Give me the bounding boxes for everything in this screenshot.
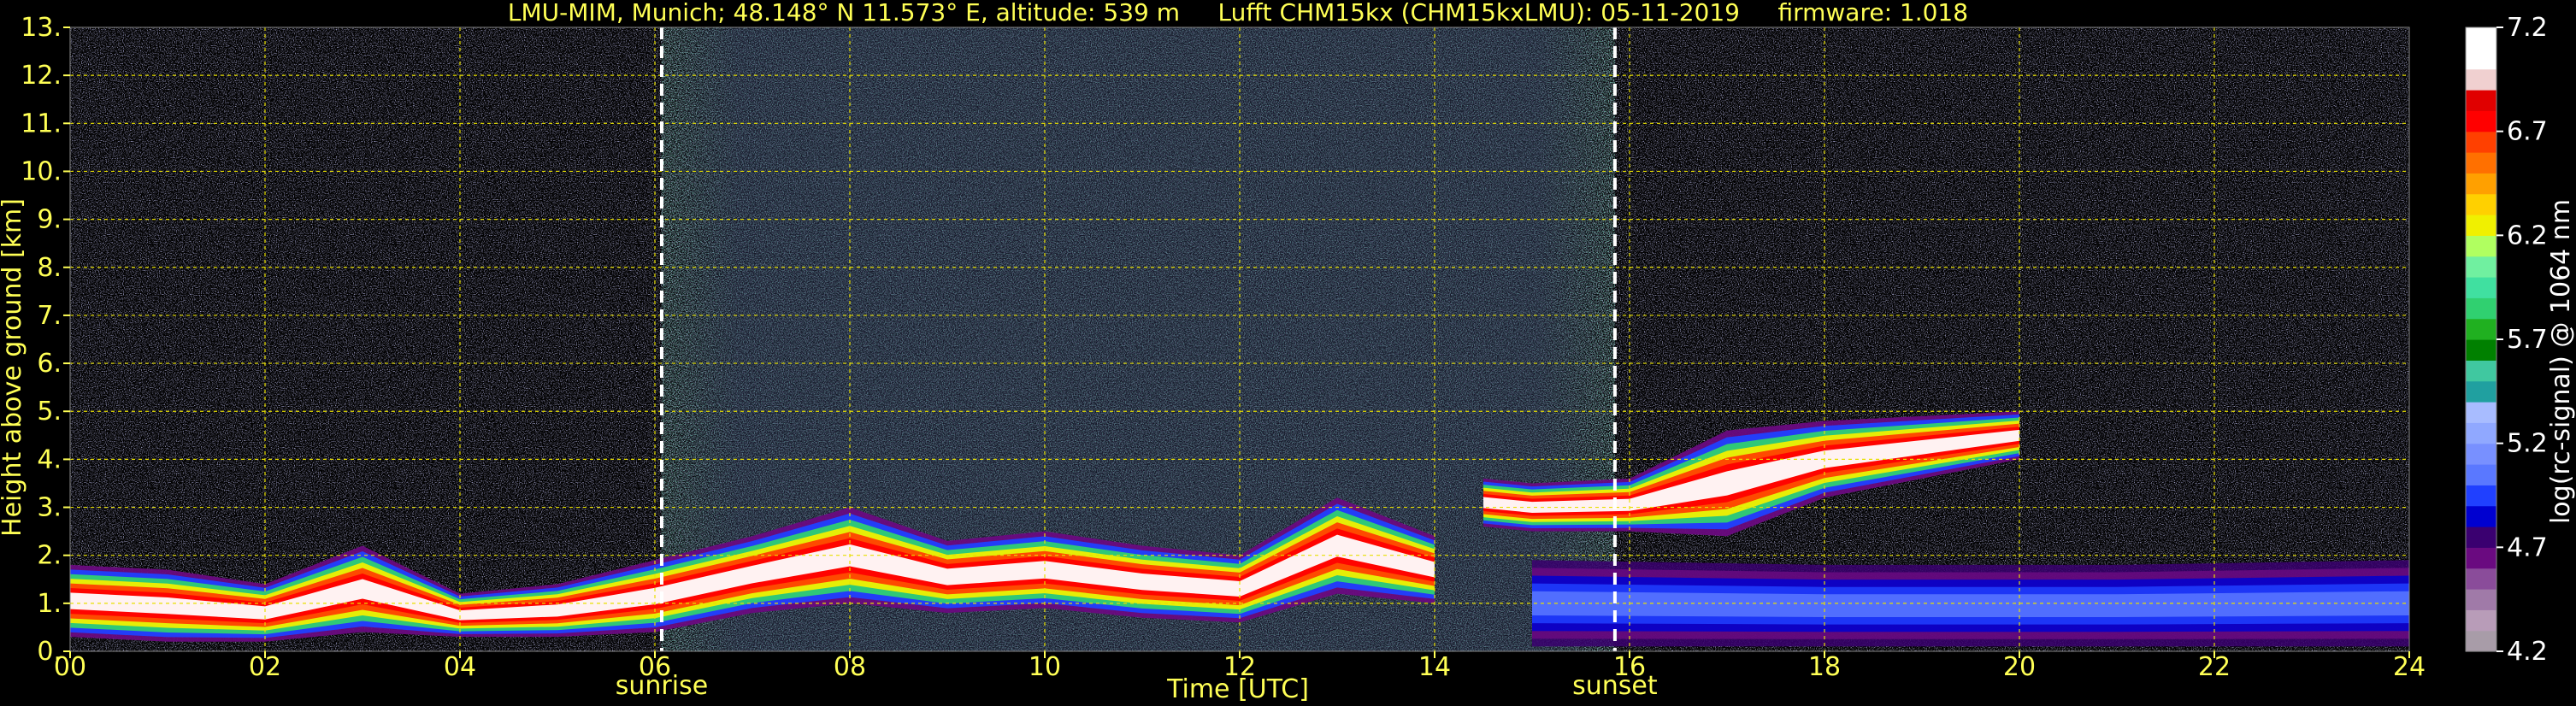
y-tick-label: 2.: [37, 541, 62, 571]
y-tick-label: 6.: [37, 349, 62, 379]
colorbar-tick-label: 4.7: [2507, 532, 2548, 562]
event-label-sunset: sunset: [1572, 671, 1658, 701]
y-tick-label: 11.: [21, 109, 62, 138]
lidar-quicklook-chart: LMU-MIM, Munich; 48.148° N 11.573° E, al…: [0, 0, 2576, 704]
colorbar-segment: [2466, 173, 2496, 195]
colorbar-segment: [2466, 27, 2496, 49]
colorbar-tick-label: 6.2: [2507, 221, 2548, 250]
colorbar-segment: [2466, 318, 2496, 340]
x-tick-label: 02: [249, 652, 281, 682]
colorbar-segment: [2466, 443, 2496, 465]
y-tick-label: 8.: [37, 253, 62, 283]
colorbar-segment: [2466, 339, 2496, 361]
colorbar-segment: [2466, 380, 2496, 403]
feature-band: [1532, 591, 2409, 618]
colorbar-label: log(rc-signal) @ 1064 nm: [2546, 199, 2576, 524]
x-axis-label: Time [UTC]: [1166, 674, 1309, 704]
colorbar-segment: [2466, 256, 2496, 278]
colorbar: [2465, 26, 2497, 652]
colorbar-segment: [2466, 235, 2496, 257]
y-tick-label: 4.: [37, 444, 62, 474]
x-tick-label: 20: [2003, 652, 2036, 682]
feature-nocturnal-layer: [1532, 560, 2409, 647]
x-tick-label: 08: [834, 652, 866, 682]
y-tick-label: 5.: [37, 397, 62, 427]
colorbar-segment: [2466, 589, 2496, 610]
y-axis-label: Height above ground [km]: [0, 198, 27, 537]
colorbar-segment: [2466, 215, 2496, 236]
event-label-sunrise: sunrise: [616, 671, 708, 701]
colorbar-segment: [2466, 152, 2496, 174]
colorbar-segment: [2466, 402, 2496, 423]
plot-area: [69, 26, 2410, 652]
x-tick-label: 10: [1029, 652, 1061, 682]
colorbar-segment: [2466, 547, 2496, 569]
x-tick-label: 18: [1808, 652, 1841, 682]
colorbar-segment: [2466, 485, 2496, 507]
x-tick-label: 14: [1418, 652, 1451, 682]
y-tick-label: 1.: [37, 589, 62, 619]
colorbar-segment: [2466, 90, 2496, 111]
colorbar-segment: [2466, 630, 2496, 652]
colorbar-segment: [2466, 110, 2496, 132]
colorbar-segment: [2466, 422, 2496, 444]
y-axis-ticks: 0.1.2.3.4.5.6.7.8.9.10.11.12.13.: [21, 13, 70, 667]
x-tick-label: 24: [2393, 652, 2426, 682]
y-tick-label: 3.: [37, 493, 62, 523]
chart-title: LMU-MIM, Munich; 48.148° N 11.573° E, al…: [508, 0, 1968, 26]
y-tick-label: 9.: [37, 205, 62, 235]
colorbar-segment: [2466, 131, 2496, 153]
colorbar-tick-label: 5.7: [2507, 325, 2548, 355]
colorbar-segment: [2466, 568, 2496, 590]
colorbar-segment: [2466, 68, 2496, 91]
colorbar-tick-label: 5.2: [2507, 429, 2548, 459]
x-tick-label: 00: [54, 652, 86, 682]
colorbar-tick-label: 6.7: [2507, 117, 2548, 147]
x-tick-label: 22: [2198, 652, 2231, 682]
x-tick-label: 04: [444, 652, 476, 682]
colorbar-ticks: 7.2 6.7 6.2 5.7 5.2 4.7 4.2: [2496, 13, 2548, 667]
colorbar-segment: [2466, 297, 2496, 320]
colorbar-segment: [2466, 527, 2496, 548]
colorbar-segment: [2466, 277, 2496, 298]
y-tick-label: 7.: [37, 301, 62, 331]
colorbar-segment: [2466, 48, 2496, 70]
colorbar-tick-label: 7.2: [2507, 13, 2548, 43]
y-tick-label: 13.: [21, 13, 62, 43]
colorbar-segment: [2466, 360, 2496, 382]
y-tick-label: 12.: [21, 61, 62, 91]
colorbar-segment: [2466, 464, 2496, 485]
colorbar-segment: [2466, 193, 2496, 215]
colorbar-segment: [2466, 505, 2496, 527]
colorbar-tick-label: 4.2: [2507, 637, 2548, 667]
y-tick-label: 10.: [21, 156, 62, 186]
colorbar-segment: [2466, 609, 2496, 632]
